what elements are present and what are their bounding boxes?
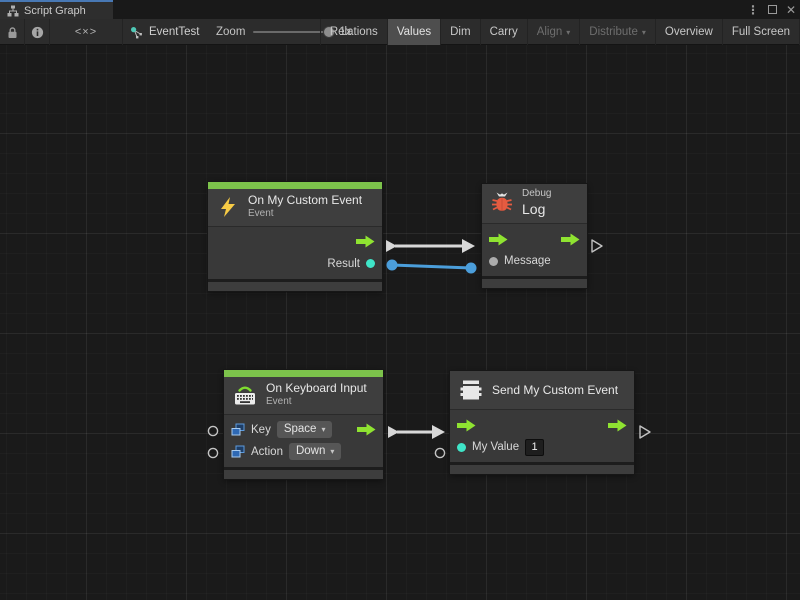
bug-icon: [490, 191, 514, 215]
node-on-keyboard-input[interactable]: On Keyboard Input Event Key Space ▾: [224, 370, 383, 479]
chevron-down-icon: ▾: [321, 426, 325, 434]
zoom-label: Zoom: [216, 26, 245, 38]
send-flow-out-socket[interactable]: [640, 426, 650, 438]
full-screen-button[interactable]: Full Screen: [723, 19, 800, 45]
action-port-socket[interactable]: [208, 448, 217, 457]
my-value-input-port[interactable]: [457, 443, 466, 452]
flow-input-port[interactable]: [489, 233, 508, 246]
graph-name: EventTest: [149, 26, 200, 38]
node-footer: [482, 276, 587, 288]
flow-output-port[interactable]: [356, 235, 375, 248]
keycode-type-icon: [231, 423, 245, 437]
node-title: Log: [522, 201, 551, 219]
node-surtitle: Debug: [522, 188, 551, 201]
node-subtitle: Event: [266, 396, 367, 409]
relations-button[interactable]: Relations: [321, 19, 388, 45]
flow-output-port[interactable]: [561, 233, 580, 246]
value-wire-result-to-message[interactable]: [387, 260, 477, 274]
flow-input-port[interactable]: [457, 419, 476, 432]
action-dropdown[interactable]: Down ▾: [289, 443, 341, 460]
action-port-label: Action: [251, 446, 283, 458]
press-state-type-icon: [231, 445, 245, 459]
event-coroutine-bar: [208, 182, 382, 189]
info-icon: [31, 26, 44, 39]
result-port-label: Result: [327, 258, 360, 270]
node-on-my-custom-event[interactable]: On My Custom Event Event Result: [208, 182, 382, 291]
title-bar: Script Graph ⋮ ✕: [0, 0, 800, 19]
flow-wire-event-to-log[interactable]: [386, 239, 475, 253]
flow-output-port[interactable]: [357, 423, 376, 436]
carry-button[interactable]: Carry: [481, 19, 528, 45]
lock-icon: [7, 26, 18, 39]
chevron-down-icon: ▾: [330, 448, 334, 456]
wire-layer: [0, 45, 800, 600]
lightning-bolt-icon: [216, 195, 240, 219]
node-send-my-custom-event[interactable]: Send My Custom Event My Value 1: [450, 371, 634, 474]
message-port-label: Message: [504, 255, 551, 267]
values-button[interactable]: Values: [388, 19, 441, 45]
node-debug-log[interactable]: Debug Log Message: [482, 184, 587, 288]
chevron-down-icon: ▾: [642, 29, 646, 37]
keyboard-icon: [232, 383, 258, 407]
log-flow-out-socket[interactable]: [592, 240, 602, 252]
node-subtitle: Event: [248, 208, 362, 221]
my-value-port-socket[interactable]: [435, 448, 444, 457]
tab-title: Script Graph: [24, 5, 86, 17]
graph-breadcrumb[interactable]: EventTest: [130, 19, 200, 45]
align-dropdown[interactable]: Align ▾: [528, 19, 581, 45]
graph-canvas[interactable]: On My Custom Event Event Result: [0, 45, 800, 600]
my-value-port-label: My Value: [472, 441, 519, 453]
node-title: Send My Custom Event: [492, 383, 618, 398]
info-button[interactable]: [25, 19, 50, 45]
node-footer: [208, 279, 382, 291]
graph-asset-icon: [130, 26, 143, 39]
lock-button[interactable]: [0, 19, 25, 45]
machine-icon: [458, 378, 484, 402]
node-footer: [450, 462, 634, 474]
window-close-icon[interactable]: ✕: [786, 3, 796, 17]
overview-button[interactable]: Overview: [656, 19, 723, 45]
node-footer: [224, 467, 383, 479]
key-port-label: Key: [251, 424, 271, 436]
my-value-inline-input[interactable]: 1: [525, 439, 544, 456]
chevron-down-icon: ▾: [566, 29, 570, 37]
graph-hierarchy-icon: [7, 5, 19, 17]
key-port-socket[interactable]: [208, 426, 217, 435]
distribute-dropdown[interactable]: Distribute ▾: [580, 19, 656, 45]
node-title: On My Custom Event: [248, 193, 362, 208]
window-menu-icon[interactable]: ⋮: [747, 3, 759, 17]
window-maximize-icon[interactable]: [768, 5, 777, 14]
flow-output-port[interactable]: [608, 419, 627, 432]
tab-script-graph[interactable]: Script Graph: [0, 0, 113, 19]
key-dropdown[interactable]: Space ▾: [277, 421, 333, 438]
dim-button[interactable]: Dim: [441, 19, 480, 45]
code-preview-button[interactable]: <×>: [50, 19, 123, 45]
node-title: On Keyboard Input: [266, 381, 367, 396]
message-input-port[interactable]: [489, 257, 498, 266]
event-coroutine-bar: [224, 370, 383, 377]
result-output-port[interactable]: [366, 259, 375, 268]
graph-toolbar: <×> EventTest Zoom 1x Relations Values D…: [0, 19, 800, 45]
flow-wire-keyboard-to-send[interactable]: [388, 425, 445, 439]
